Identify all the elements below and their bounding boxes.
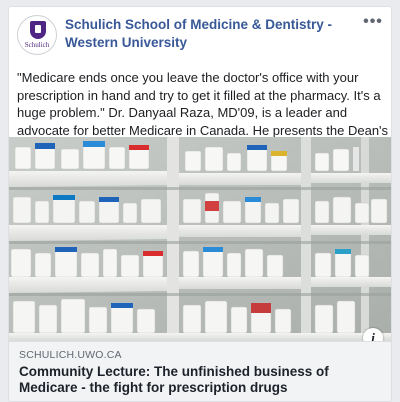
link-title[interactable]: Community Lecture: The unfinished busine… bbox=[19, 364, 383, 396]
more-options-icon[interactable]: ••• bbox=[363, 14, 383, 31]
link-preview[interactable]: SCHULICH.UWO.CA Community Lecture: The u… bbox=[9, 341, 391, 401]
school-crest-icon bbox=[30, 21, 46, 39]
avatar-logo-text: Schulich bbox=[24, 41, 50, 49]
page-avatar[interactable]: Schulich bbox=[17, 15, 57, 55]
post-card: Schulich Schulich School of Medicine & D… bbox=[8, 6, 392, 402]
pharmacy-shelves-photo bbox=[9, 137, 391, 341]
page-name-link[interactable]: Schulich School of Medicine & Dentistry … bbox=[65, 16, 351, 52]
link-preview-image[interactable] bbox=[9, 137, 391, 341]
post-header: Schulich Schulich School of Medicine & D… bbox=[17, 14, 383, 59]
link-domain: SCHULICH.UWO.CA bbox=[19, 349, 122, 361]
